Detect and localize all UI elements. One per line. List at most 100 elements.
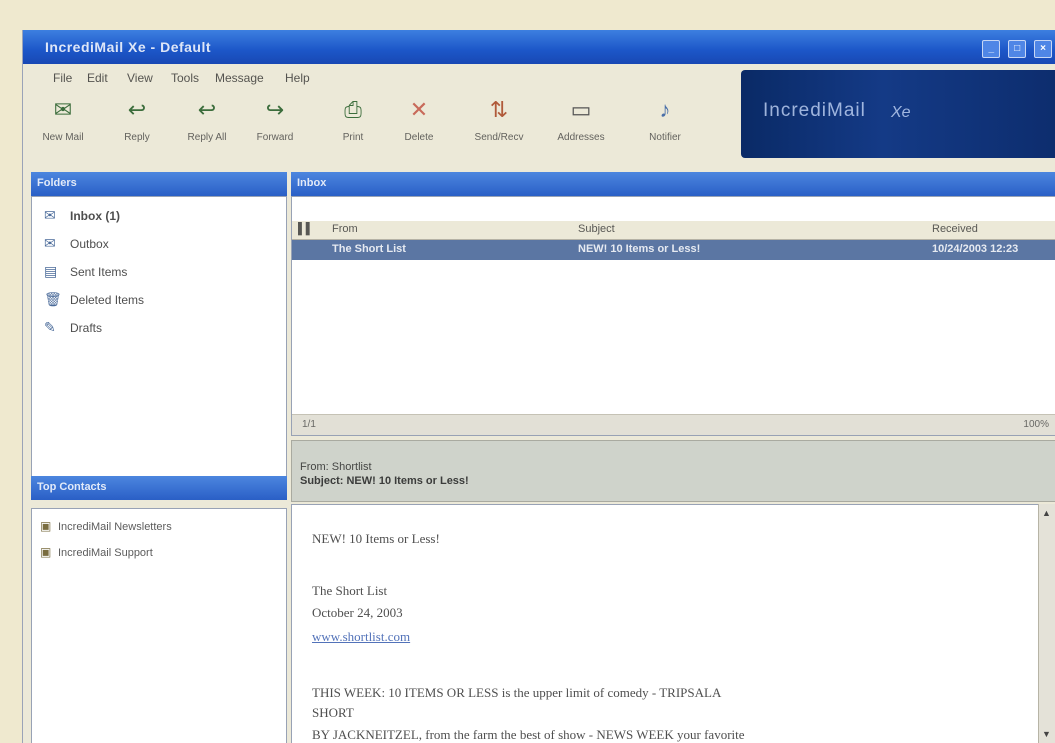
column-subject[interactable]: Subject — [578, 223, 615, 235]
minimize-button[interactable]: _ — [982, 40, 1001, 58]
delete-label: Delete — [404, 132, 434, 143]
contacts-header-label: Top Contacts — [37, 481, 107, 493]
menu-tools[interactable]: Tools — [171, 71, 199, 85]
forward-label: Forward — [256, 132, 294, 143]
scroll-down-icon[interactable]: ▼ — [1042, 729, 1051, 739]
contact-icon: ▣ — [40, 545, 52, 559]
folder-label: Inbox (1) — [70, 209, 120, 223]
inbox-header: Inbox — [291, 172, 1055, 196]
menu-help[interactable]: Help — [285, 71, 310, 85]
print-button[interactable]: ⎙ Print — [323, 96, 383, 143]
folder-drafts[interactable]: ✎ Drafts — [44, 319, 102, 339]
menu-file[interactable]: File — [53, 71, 72, 85]
delete-button[interactable]: ✕ Delete — [389, 96, 449, 143]
folder-label: Deleted Items — [70, 293, 145, 307]
contact-label: IncrediMail Newsletters — [58, 521, 172, 533]
send-receive-icon: ⇅ — [489, 97, 509, 122]
body-paragraph-3: BY JACKNEITZEL, from the farm the best o… — [312, 727, 745, 742]
folder-deleted-items[interactable]: 🗑 Deleted Items — [44, 291, 144, 311]
outbox-icon: ✉ — [44, 235, 56, 251]
new-mail-label: New Mail — [42, 132, 84, 143]
mail-window: IncrediMail Xe - Default _ □ × File Edit… — [22, 30, 1055, 743]
folders-header: Folders — [31, 172, 287, 196]
inbox-header-label: Inbox — [297, 177, 327, 189]
reply-label: Reply — [124, 132, 150, 143]
drafts-icon: ✎ — [44, 319, 56, 335]
contact-item[interactable]: ▣ IncrediMail Support — [40, 545, 153, 559]
folder-label: Drafts — [70, 321, 103, 335]
contact-label: IncrediMail Support — [58, 547, 153, 559]
title-bar[interactable]: IncrediMail Xe - Default _ □ × — [23, 30, 1055, 64]
body-date: October 24, 2003 — [312, 605, 403, 620]
body-paragraph-1: THIS WEEK: 10 ITEMS OR LESS is the upper… — [312, 685, 722, 700]
toolbar: ✉ New Mail ↩ Reply ↩ Reply All ↪ Forward… — [23, 94, 743, 154]
message-subject: NEW! 10 Items or Less! — [578, 243, 701, 255]
inbox-icon: ✉ — [44, 207, 56, 223]
folders-pane: ✉ Inbox (1) ✉ Outbox ▤ Sent Items 🗑 Deleted … — [31, 196, 287, 500]
preview-from: From: Shortlist — [300, 461, 372, 473]
contact-icon: ▣ — [40, 519, 52, 533]
folder-label: Sent Items — [70, 265, 128, 279]
message-from: The Short List — [332, 243, 406, 255]
addresses-button[interactable]: ▭ Addresses — [551, 96, 611, 143]
reply-button[interactable]: ↩ Reply — [107, 96, 167, 143]
reply-all-button[interactable]: ↩ Reply All — [177, 96, 237, 143]
column-received[interactable]: Received — [932, 223, 978, 235]
new-mail-icon: ✉ — [53, 97, 73, 122]
notifier-button[interactable]: ♪ Notifier — [635, 96, 695, 143]
folder-sent-items[interactable]: ▤ Sent Items — [44, 263, 127, 283]
folder-label: Outbox — [70, 237, 109, 251]
folder-outbox[interactable]: ✉ Outbox — [44, 235, 109, 255]
contacts-pane: ▣ IncrediMail Newsletters ▣ IncrediMail Su… — [31, 508, 287, 743]
addresses-icon: ▭ — [570, 97, 592, 122]
scroll-up-icon[interactable]: ▲ — [1042, 508, 1051, 518]
reply-all-label: Reply All — [187, 132, 227, 143]
contact-item[interactable]: ▣ IncrediMail Newsletters — [40, 519, 172, 533]
deleted-items-icon: 🗑 — [44, 291, 62, 307]
column-from[interactable]: From — [332, 223, 358, 235]
preview-header: From: Shortlist Subject: NEW! 10 Items o… — [291, 440, 1055, 502]
notifier-label: Notifier — [649, 132, 681, 143]
message-row[interactable]: The Short List NEW! 10 Items or Less! 10… — [292, 240, 1055, 260]
folder-inbox[interactable]: ✉ Inbox (1) — [44, 207, 120, 227]
brand-banner: IncrediMail Xe — [741, 70, 1055, 158]
message-list: ▌▌ From Subject Received The Short List … — [291, 196, 1055, 436]
window-controls: _ □ × — [978, 38, 1052, 58]
column-flags[interactable]: ▌▌ — [298, 223, 314, 235]
menu-edit[interactable]: Edit — [87, 71, 108, 85]
brand-wordmark: IncrediMail — [763, 100, 866, 121]
body-link[interactable]: www.shortlist.com — [312, 629, 410, 645]
maximize-button[interactable]: □ — [1008, 40, 1027, 58]
forward-icon: ↪ — [265, 97, 285, 122]
message-zoom: 100% — [1023, 419, 1049, 430]
reply-all-icon: ↩ — [197, 97, 217, 122]
reply-icon: ↩ — [127, 97, 147, 122]
sent-items-icon: ▤ — [44, 263, 58, 279]
body-headline: NEW! 10 Items or Less! — [312, 531, 440, 546]
delete-icon: ✕ — [409, 97, 429, 122]
menu-view[interactable]: View — [127, 71, 153, 85]
close-button[interactable]: × — [1034, 40, 1052, 58]
print-label: Print — [342, 132, 364, 143]
menu-bar: File Edit View Tools Message Help — [23, 66, 743, 92]
body-paragraph-2: SHORT — [312, 705, 354, 720]
preview-scrollbar[interactable]: ▲ ▼ — [1038, 504, 1055, 743]
window-title: IncrediMail Xe - Default — [45, 39, 212, 55]
contacts-header: Top Contacts — [31, 476, 287, 500]
preview-body: NEW! 10 Items or Less! The Short List Oc… — [291, 504, 1040, 743]
folders-header-label: Folders — [37, 177, 77, 189]
notifier-icon: ♪ — [659, 97, 671, 122]
forward-button[interactable]: ↪ Forward — [245, 96, 305, 143]
brand-tagline: Xe — [891, 104, 911, 121]
addresses-label: Addresses — [557, 132, 605, 143]
body-publication: The Short List — [312, 583, 388, 598]
preview-subject: Subject: NEW! 10 Items or Less! — [300, 475, 469, 487]
print-icon: ⎙ — [344, 97, 362, 122]
menu-message[interactable]: Message — [215, 71, 264, 85]
message-received: 10/24/2003 12:23 — [932, 243, 1019, 255]
new-mail-button[interactable]: ✉ New Mail — [33, 96, 93, 143]
message-list-status: 1/1 100% — [292, 414, 1055, 435]
send-receive-button[interactable]: ⇅ Send/Recv — [469, 96, 529, 143]
message-list-columns: ▌▌ From Subject Received — [292, 221, 1055, 240]
message-count: 1/1 — [302, 419, 316, 430]
